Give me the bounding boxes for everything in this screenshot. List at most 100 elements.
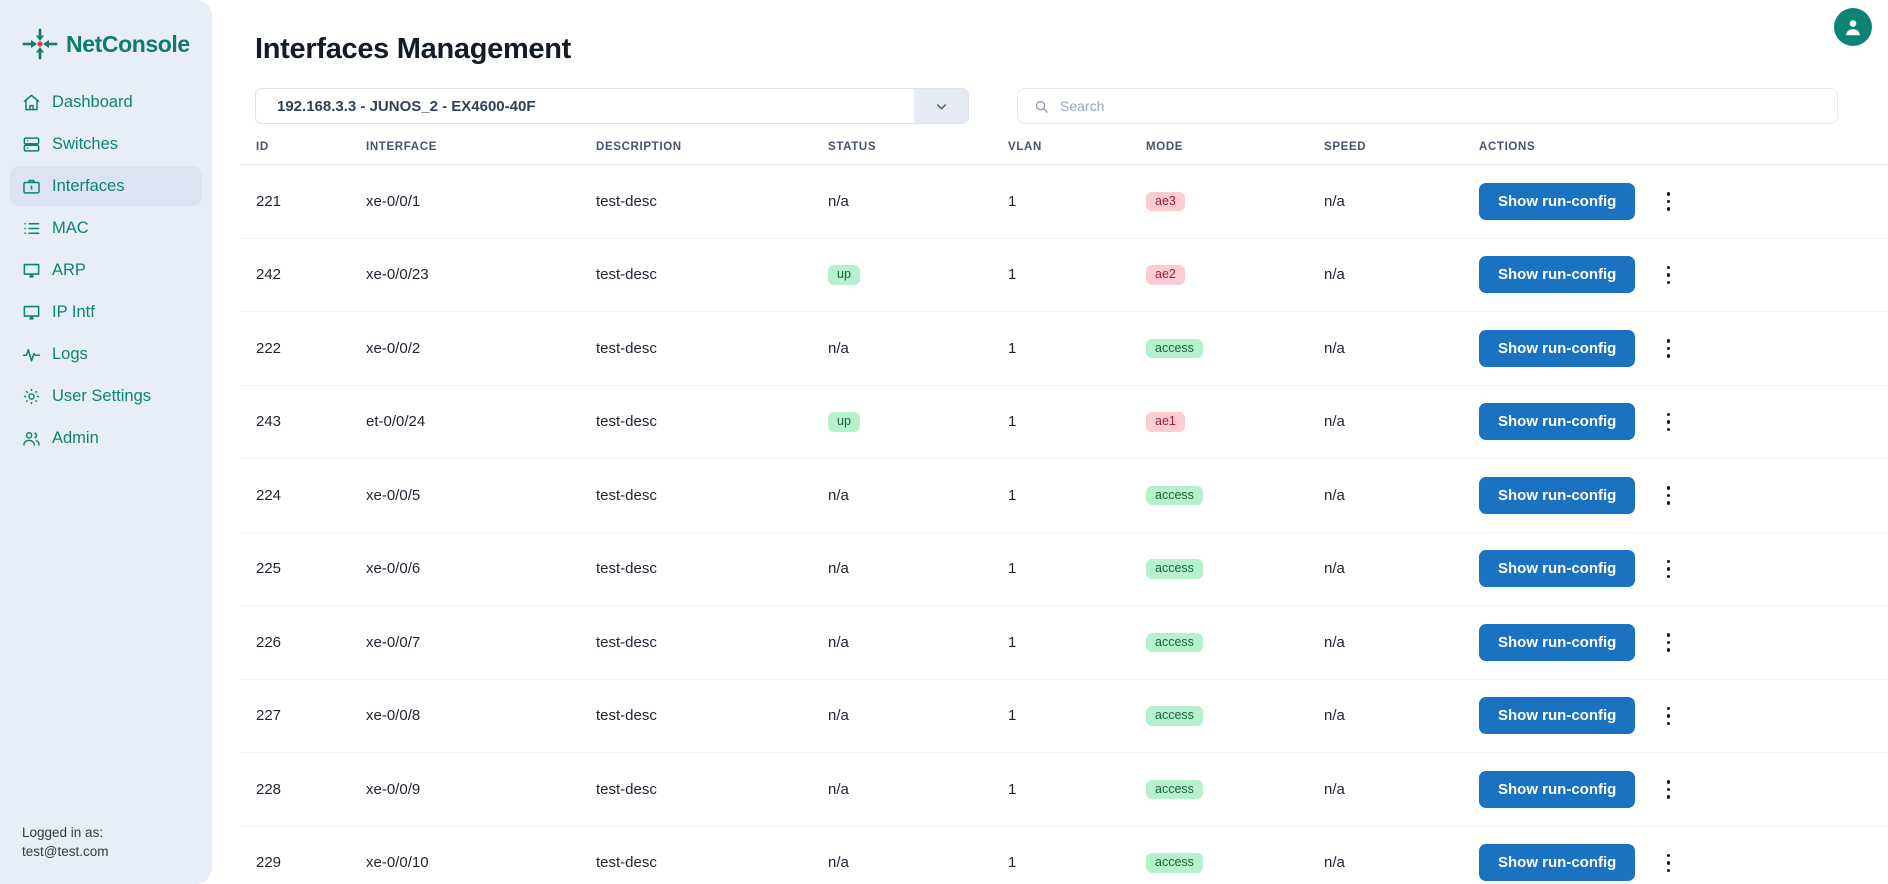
sidebar-item-arp[interactable]: ARP [10,250,202,290]
cell-status: n/a [828,606,1008,680]
more-vertical-icon[interactable] [1657,188,1679,214]
mode-badge: access [1146,559,1203,579]
cell-status: n/a [828,826,1008,884]
column-header-interface[interactable]: INTERFACE [366,141,596,165]
show-run-config-button[interactable]: Show run-config [1479,329,1636,367]
sidebar-item-interfaces[interactable]: Interfaces [10,166,202,206]
cell-id: 226 [256,633,282,651]
briefcase-icon [22,177,41,196]
search-input[interactable] [1060,98,1821,114]
cell-id: 225 [256,560,282,578]
mode-badge: ae1 [1146,412,1185,432]
cell-status: n/a [828,532,1008,606]
more-vertical-icon[interactable] [1657,629,1679,655]
column-header-mode[interactable]: MODE [1146,141,1324,165]
more-vertical-icon[interactable] [1657,776,1679,802]
sidebar-item-user-settings[interactable]: User Settings [10,376,202,416]
table-body: 221 xe-0/0/1 test-desc n/a 1 ae3 n/a Show run-c… [240,165,1888,884]
table-row[interactable]: 221 xe-0/0/1 test-desc n/a 1 ae3 n/a Show run-c… [240,165,1888,239]
interfaces-table: ID INTERFACE DESCRIPTION STATUS VLAN MOD… [240,141,1888,884]
cell-actions: Show run-config [1479,753,1888,827]
table-row[interactable]: 227 xe-0/0/8 test-desc n/a 1 access n/a Show ru… [240,679,1888,753]
more-vertical-icon[interactable] [1657,482,1679,508]
cell-actions: Show run-config [1479,165,1888,239]
sidebar-item-switches[interactable]: Switches [10,124,202,164]
column-header-vlan[interactable]: VLAN [1008,141,1146,165]
cell-vlan: 1 [1008,339,1017,357]
cell-description: test-desc [596,413,657,431]
cell-actions: Show run-config [1479,238,1888,312]
app-root: NetConsole Dashboard Switches Interfaces… [0,0,1888,884]
show-run-config-button[interactable]: Show run-config [1479,770,1636,808]
server-icon [22,135,41,154]
table-row[interactable]: 224 xe-0/0/5 test-desc n/a 1 access n/a Show ru… [240,459,1888,533]
more-vertical-icon[interactable] [1657,703,1679,729]
status-value: n/a [828,560,849,578]
table-row[interactable]: 229 xe-0/0/10 test-desc n/a 1 access n/a Show r… [240,826,1888,884]
table-row[interactable]: 242 xe-0/0/23 test-desc up 1 ae2 n/a Show run-c… [240,238,1888,312]
cell-speed: n/a [1324,339,1345,357]
cell-actions: Show run-config [1479,826,1888,884]
avatar[interactable] [1834,8,1872,46]
cell-speed: n/a [1324,854,1345,872]
cell-actions: Show run-config [1479,459,1888,533]
gear-icon [22,387,41,406]
cell-status: n/a [828,459,1008,533]
cell-mode: ae3 [1146,165,1324,239]
more-vertical-icon[interactable] [1657,262,1679,288]
show-run-config-button[interactable]: Show run-config [1479,623,1636,661]
converge-arrows-icon [22,28,58,60]
sidebar-item-mac[interactable]: MAC [10,208,202,248]
sidebar-item-ip-intf[interactable]: IP Intf [10,292,202,332]
cell-id: 229 [256,854,282,872]
cell-id: 221 [256,192,282,210]
cell-interface: xe-0/0/1 [366,192,421,210]
cell-speed: n/a [1324,560,1345,578]
show-run-config-button[interactable]: Show run-config [1479,550,1636,588]
show-run-config-button[interactable]: Show run-config [1479,844,1636,882]
chevron-down-icon[interactable] [914,89,968,123]
cell-interface: xe-0/0/8 [366,707,421,725]
sidebar-item-logs[interactable]: Logs [10,334,202,374]
show-run-config-button[interactable]: Show run-config [1479,476,1636,514]
table-row[interactable]: 228 xe-0/0/9 test-desc n/a 1 access n/a Show ru… [240,753,1888,827]
table-row[interactable]: 243 et-0/0/24 test-desc up 1 ae1 n/a Show run-c… [240,385,1888,459]
more-vertical-icon[interactable] [1657,409,1679,435]
switch-select[interactable]: 192.168.3.3 - JUNOS_2 - EX4600-40F [255,88,969,124]
sidebar-nav: Dashboard Switches Interfaces MAC ARP IP… [0,82,212,458]
cell-mode: access [1146,312,1324,386]
column-header-description[interactable]: DESCRIPTION [596,141,828,165]
cell-speed: n/a [1324,192,1345,210]
search-box[interactable] [1017,88,1838,124]
column-header-status[interactable]: STATUS [828,141,1008,165]
show-run-config-button[interactable]: Show run-config [1479,256,1636,294]
show-run-config-button[interactable]: Show run-config [1479,697,1636,735]
cell-interface: xe-0/0/23 [366,266,429,284]
sidebar-item-dashboard[interactable]: Dashboard [10,82,202,122]
cell-vlan: 1 [1008,560,1017,578]
cell-speed: n/a [1324,413,1345,431]
show-run-config-button[interactable]: Show run-config [1479,403,1636,441]
sidebar-item-admin[interactable]: Admin [10,418,202,458]
column-header-speed[interactable]: SPEED [1324,141,1479,165]
table-row[interactable]: 222 xe-0/0/2 test-desc n/a 1 access n/a Show ru… [240,312,1888,386]
cell-description: test-desc [596,339,657,357]
table-row[interactable]: 225 xe-0/0/6 test-desc n/a 1 access n/a Show ru… [240,532,1888,606]
column-header-id[interactable]: ID [240,141,366,165]
cell-mode: access [1146,459,1324,533]
table-row[interactable]: 226 xe-0/0/7 test-desc n/a 1 access n/a Show ru… [240,606,1888,680]
main-content: Interfaces Management 192.168.3.3 - JUNO… [212,0,1888,884]
cell-status: up [828,385,1008,459]
cell-actions: Show run-config [1479,606,1888,680]
more-vertical-icon[interactable] [1657,335,1679,361]
more-vertical-icon[interactable] [1657,556,1679,582]
cell-vlan: 1 [1008,413,1017,431]
more-vertical-icon[interactable] [1657,850,1679,876]
sidebar-item-label: Dashboard [52,92,133,111]
sidebar-item-label: Logs [52,344,88,363]
brand[interactable]: NetConsole [0,0,212,82]
cell-description: test-desc [596,854,657,872]
show-run-config-button[interactable]: Show run-config [1479,182,1636,220]
cell-interface: xe-0/0/5 [366,486,421,504]
cell-status: n/a [828,165,1008,239]
